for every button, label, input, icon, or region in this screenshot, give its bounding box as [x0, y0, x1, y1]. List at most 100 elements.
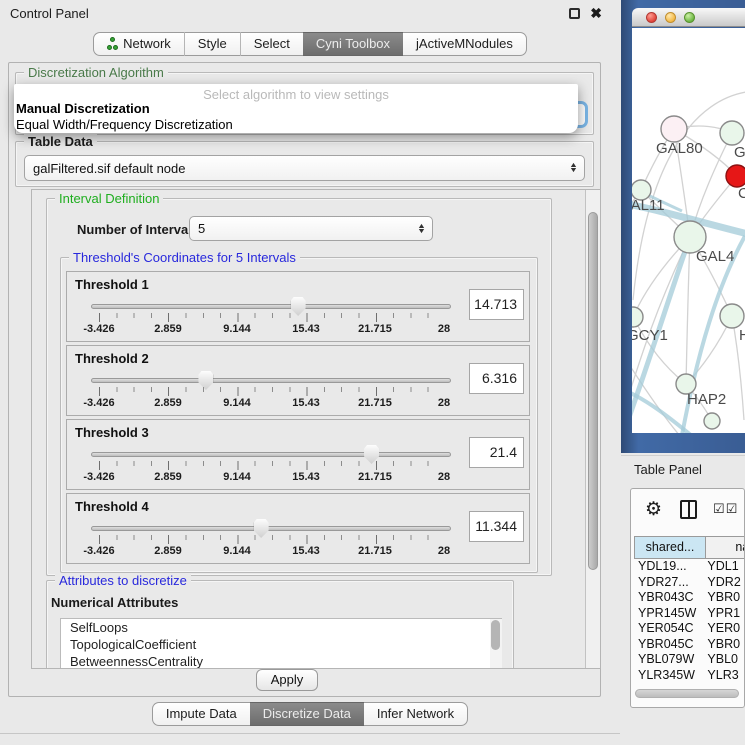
network-canvas[interactable]: GAL80GACGAL11GAL4GCY1HHAP2 [632, 28, 745, 433]
numerical-attributes-list[interactable]: SelfLoopsTopologicalCoefficientBetweenne… [60, 618, 502, 669]
mac-close-icon[interactable] [646, 12, 657, 23]
threshold-label: Threshold 3 [75, 425, 149, 440]
column-header-shared-name[interactable]: shared... [634, 536, 706, 559]
list-item[interactable]: SelfLoops [61, 619, 501, 636]
columns-icon[interactable] [680, 500, 697, 519]
table-row[interactable]: YER054CYER0 [634, 621, 745, 637]
tick-label: 9.144 [223, 397, 251, 409]
network-node[interactable] [726, 165, 745, 187]
network-node-label: GAL11 [632, 197, 665, 214]
table-row[interactable]: YDR27...YDR2 [634, 575, 745, 591]
tab-label: Select [254, 33, 290, 55]
gear-icon[interactable]: ⚙ [645, 498, 662, 521]
network-window-titlebar[interactable] [632, 8, 745, 27]
mac-minimize-icon[interactable] [665, 12, 676, 23]
tab-infer-network[interactable]: Infer Network [364, 702, 468, 726]
tab-select[interactable]: Select [241, 32, 303, 56]
table-row[interactable]: YLR345WYLR3 [634, 668, 745, 684]
network-node[interactable] [661, 116, 687, 142]
network-window: GAL80GACGAL11GAL4GCY1HHAP2 [621, 0, 745, 453]
cell-shared-name: YBR043C [634, 590, 707, 606]
algorithm-placeholder: Select algorithm to view settings [14, 87, 578, 102]
cell-shared-name: YBR045C [634, 637, 707, 653]
numerical-attributes-label: Numerical Attributes [51, 595, 178, 610]
menu-item-equal-width-frequency[interactable]: Equal Width/Frequency Discretization [16, 117, 233, 132]
network-node[interactable] [720, 304, 744, 328]
close-icon[interactable]: ✖ [590, 8, 602, 19]
network-node[interactable] [704, 413, 720, 429]
group-title: Discretization Algorithm [24, 65, 168, 80]
cell-shared-name: YER054C [634, 621, 707, 637]
slider-track [91, 452, 451, 457]
tab-label: Impute Data [166, 703, 237, 725]
table-rows: YDL19...YDL1YDR27...YDR2YBR043CYBR0YPR14… [634, 559, 745, 683]
tab-style[interactable]: Style [185, 32, 240, 56]
interval-definition-group: Interval Definition Number of Intervals … [46, 198, 552, 576]
threshold-slider[interactable]: -3.4262.8599.14415.4321.71528 [91, 444, 451, 488]
list-item[interactable]: TopologicalCoefficient [61, 636, 501, 653]
combo-stepper-icon: ▲▼ [418, 224, 425, 234]
tick-label: 21.715 [358, 323, 392, 335]
tab-impute-data[interactable]: Impute Data [152, 702, 250, 726]
threshold-slider[interactable]: -3.4262.8599.14415.4321.71528 [91, 370, 451, 414]
network-graph: GAL80GACGAL11GAL4GCY1HHAP2 [632, 28, 745, 433]
threshold-value-field[interactable]: 21.4 [469, 437, 524, 468]
tab-label: jActiveMNodules [416, 33, 513, 55]
horizontal-scrollbar[interactable] [635, 689, 739, 698]
slider-track [91, 378, 451, 383]
threshold-label: Threshold 2 [75, 351, 149, 366]
vertical-scrollbar[interactable] [585, 190, 600, 668]
network-node[interactable] [720, 121, 744, 145]
threshold-list: Threshold 1-3.4262.8599.14415.4321.71528… [61, 271, 537, 567]
threshold-slider[interactable]: -3.4262.8599.14415.4321.71528 [91, 296, 451, 340]
mac-zoom-icon[interactable] [684, 12, 695, 23]
slider-tick-labels: -3.4262.8599.14415.4321.71528 [99, 545, 444, 558]
tick-label: 15.43 [292, 545, 320, 557]
tick-label: 2.859 [154, 545, 182, 557]
cell-name: YBL0 [707, 652, 745, 668]
threshold-block: Threshold 1-3.4262.8599.14415.4321.71528… [66, 271, 530, 342]
slider-tick-labels: -3.4262.8599.14415.4321.71528 [99, 323, 444, 336]
list-item[interactable]: BetweennessCentrality [61, 653, 501, 669]
checkbox-checked-icon[interactable]: ☑☑ [713, 501, 738, 517]
column-header-name[interactable]: name [705, 536, 745, 559]
divider [0, 733, 620, 734]
slider-ticks-major [99, 461, 445, 470]
tab-cyni-toolbox[interactable]: Cyni Toolbox [303, 32, 403, 56]
scrollbar-thumb[interactable] [588, 212, 598, 570]
threshold-value-field[interactable]: 11.344 [469, 511, 524, 542]
tick-label: 28 [438, 471, 450, 483]
threshold-slider[interactable]: -3.4262.8599.14415.4321.71528 [91, 518, 451, 562]
app-root: Control Panel ✖ NetworkStyleSelectCyni T… [0, 0, 745, 745]
table-row[interactable]: YDL19...YDL1 [634, 559, 745, 575]
apply-button[interactable]: Apply [256, 669, 318, 691]
tick-label: 9.144 [223, 323, 251, 335]
slider-ticks-major [99, 387, 445, 396]
tick-label: 2.859 [154, 397, 182, 409]
float-window-icon[interactable] [569, 8, 580, 19]
slider-ticks-major [99, 313, 445, 322]
tick-label: 28 [438, 545, 450, 557]
thresholds-group: Threshold's Coordinates for 5 Intervals … [60, 257, 538, 573]
tick-label: -3.426 [83, 323, 114, 335]
threshold-value-field[interactable]: 14.713 [469, 289, 524, 320]
tab-discretize-data[interactable]: Discretize Data [250, 702, 364, 726]
cell-shared-name: YDR27... [634, 575, 707, 591]
menu-item-manual-discretization[interactable]: Manual Discretization [16, 101, 150, 116]
table-row[interactable]: YBR043CYBR0 [634, 590, 745, 606]
table-row[interactable]: YPR145WYPR1 [634, 606, 745, 622]
tick-label: 2.859 [154, 471, 182, 483]
table-data-combobox[interactable]: galFiltered.sif default node ▲▼ [24, 155, 585, 181]
table-row[interactable]: YBL079WYBL0 [634, 652, 745, 668]
combo-stepper-icon: ▲▼ [570, 163, 577, 173]
tab-network[interactable]: Network [93, 32, 184, 56]
tick-label: 21.715 [358, 545, 392, 557]
threshold-value-field[interactable]: 6.316 [469, 363, 524, 394]
table-row[interactable]: YBR045CYBR0 [634, 637, 745, 653]
tab-jactivemnodules[interactable]: jActiveMNodules [403, 32, 527, 56]
network-node[interactable] [632, 307, 643, 327]
list-scrollbar[interactable] [490, 619, 502, 669]
tab-label: Network [123, 33, 171, 55]
network-edge-highlighted [632, 388, 692, 433]
num-intervals-combobox[interactable]: 5 ▲▼ [189, 216, 433, 241]
